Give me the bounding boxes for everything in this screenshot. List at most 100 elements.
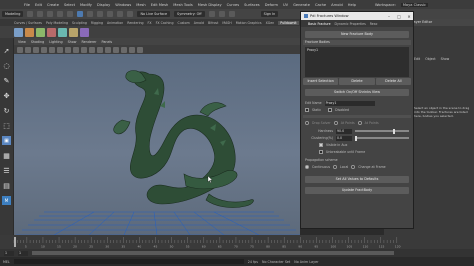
paint-select-icon[interactable]: ✎ <box>2 76 11 85</box>
vp-menu-show[interactable]: Show <box>68 40 77 44</box>
command-input[interactable] <box>13 259 244 264</box>
wireframe-icon[interactable] <box>57 46 63 53</box>
menu-create[interactable]: Create <box>47 3 59 7</box>
range-bar[interactable] <box>32 251 394 255</box>
redo-icon[interactable] <box>67 11 74 17</box>
change-at-frame-radio[interactable] <box>351 165 356 169</box>
range-start-field[interactable]: 1 <box>18 250 28 256</box>
bookmark-icon[interactable] <box>33 46 39 53</box>
pdi-constraint-icon[interactable] <box>69 27 78 37</box>
fps-label[interactable]: 24 fps <box>248 260 258 264</box>
vp-menu-shading[interactable]: Shading <box>31 40 44 44</box>
menu-edit-mesh[interactable]: Edit Mesh <box>151 3 169 7</box>
ipr-render-icon[interactable] <box>218 11 225 17</box>
render-icon[interactable] <box>208 11 215 17</box>
set-defaults-button[interactable]: Set All Values to Defaults <box>305 176 409 183</box>
drop-solver-radio[interactable] <box>305 121 309 125</box>
four-view-icon[interactable]: ▦ <box>2 151 11 160</box>
live-surface-field[interactable]: No Live Surface <box>137 11 171 17</box>
start-frame-field[interactable]: 1 <box>4 250 14 256</box>
window-titlebar[interactable]: Pdi Fractures Window – □ ✕ <box>301 12 413 20</box>
shelf-tab-fx-caching[interactable]: FX Caching <box>156 21 174 25</box>
single-view-icon[interactable]: ▣ <box>2 136 11 145</box>
switch-shrinks-view-button[interactable]: Switch On/Off Shrinks View <box>305 89 409 96</box>
lasso-tool-icon[interactable]: ◌ <box>2 61 11 70</box>
shelf-tab-animation[interactable]: Animation <box>107 21 123 25</box>
perspective-viewport[interactable] <box>14 54 300 235</box>
minimize-icon[interactable]: – <box>385 14 393 19</box>
tab-reac[interactable]: Reac <box>370 22 378 26</box>
shelf-tab-pulldownit[interactable]: Pulldownit <box>278 20 299 25</box>
shelf-tab-sculpting[interactable]: Sculpting <box>72 21 87 25</box>
render-settings-icon[interactable] <box>228 11 235 17</box>
static-checkbox[interactable] <box>305 108 309 112</box>
select-component-icon[interactable] <box>97 11 104 17</box>
new-fracture-body-button[interactable]: New Fracture Body <box>305 31 409 38</box>
xray-icon[interactable] <box>105 46 111 53</box>
menu-cache[interactable]: Cache <box>315 3 326 7</box>
pdi-solver-icon[interactable] <box>36 27 45 37</box>
menu-surfaces[interactable]: Surfaces <box>244 3 260 7</box>
disabled-checkbox[interactable] <box>328 108 333 112</box>
menu-display[interactable]: Display <box>97 3 110 7</box>
pdi-cache-icon[interactable] <box>58 27 67 37</box>
gamma-icon[interactable] <box>137 46 143 53</box>
select-hierarchy-icon[interactable] <box>77 11 84 17</box>
close-icon[interactable]: ✕ <box>405 14 413 19</box>
vp-menu-view[interactable]: View <box>18 40 26 44</box>
open-scene-icon[interactable] <box>37 11 44 17</box>
fracture-bodies-section[interactable]: Fracture Bodies <box>303 40 411 45</box>
clustering-slider[interactable] <box>355 135 409 141</box>
ao-icon[interactable] <box>97 46 103 53</box>
menu-edit[interactable]: Edit <box>35 3 42 7</box>
mode-dropdown[interactable]: Modeling <box>2 11 24 17</box>
textured-icon[interactable] <box>73 46 79 53</box>
camera-attr-icon[interactable] <box>25 46 31 53</box>
shelf-tab-mash[interactable]: MASH <box>222 21 231 25</box>
edit-name-field[interactable]: Proxy1 <box>324 100 375 106</box>
vp-menu-renderer[interactable]: Renderer <box>81 40 96 44</box>
shelf-tab-xgen[interactable]: XGen <box>266 21 275 25</box>
aa-icon[interactable] <box>121 46 127 53</box>
resolution-gate-icon[interactable] <box>129 46 135 53</box>
shelf-tab-rigging[interactable]: Rigging <box>91 21 103 25</box>
graph-editor-icon[interactable]: ▤ <box>2 181 11 190</box>
tab-basic-fracture[interactable]: Basic Fracture <box>308 22 331 26</box>
mel-icon[interactable]: M <box>2 196 11 205</box>
continuous-radio[interactable] <box>305 165 309 169</box>
outliner-icon[interactable]: ☰ <box>2 166 11 175</box>
snap-grid-icon[interactable] <box>107 11 114 17</box>
menu-generate[interactable]: Generate <box>293 3 310 7</box>
save-scene-icon[interactable] <box>47 11 54 17</box>
fracture-bodies-list[interactable]: Proxy1 <box>305 47 409 77</box>
insert-selection-button[interactable]: Insert Selection <box>303 78 339 85</box>
isolate-icon[interactable] <box>113 46 119 53</box>
cb-tab-show[interactable]: Show <box>441 57 450 61</box>
vp-menu-panels[interactable]: Panels <box>102 40 113 44</box>
tab-dynamic-properties[interactable]: Dynamic Properties <box>335 22 366 26</box>
snap-curve-icon[interactable] <box>117 11 124 17</box>
smooth-shade-icon[interactable] <box>65 46 71 53</box>
grid-toggle-icon[interactable] <box>49 46 55 53</box>
shelf-tab-bifrost[interactable]: Bifrost <box>208 21 218 25</box>
pdi-dynamics-icon[interactable] <box>47 27 56 37</box>
shelf-tab-motion-graphics[interactable]: Motion Graphics <box>236 21 262 25</box>
menu-curves[interactable]: Curves <box>227 3 239 7</box>
symmetry-dropdown[interactable]: Symmetry: Off <box>174 11 205 17</box>
undo-icon[interactable] <box>57 11 64 17</box>
local-radio[interactable] <box>333 165 338 169</box>
menu-modify[interactable]: Modify <box>80 3 92 7</box>
shelf-tab-arnold[interactable]: Arnold <box>194 21 204 25</box>
update-fractbody-button[interactable]: Update FractBody <box>305 187 409 194</box>
menu-file[interactable]: File <box>24 3 30 7</box>
list-item[interactable]: Proxy1 <box>307 48 407 52</box>
mel-label[interactable]: MEL <box>3 260 10 264</box>
select-tool-icon[interactable]: ➚ <box>2 46 11 55</box>
time-slider[interactable]: 5 10 15 20 25 30 35 40 45 50 55 60 65 70 75 80 85 90 95 100… <box>0 235 474 249</box>
move-tool-icon[interactable]: ✥ <box>2 91 11 100</box>
camera-icon[interactable] <box>17 46 23 53</box>
menu-deform[interactable]: Deform <box>265 3 278 7</box>
clustering-field[interactable]: 0.0 <box>336 135 352 141</box>
unbreakable-checkbox[interactable] <box>319 150 323 154</box>
maximize-icon[interactable]: □ <box>395 14 403 19</box>
